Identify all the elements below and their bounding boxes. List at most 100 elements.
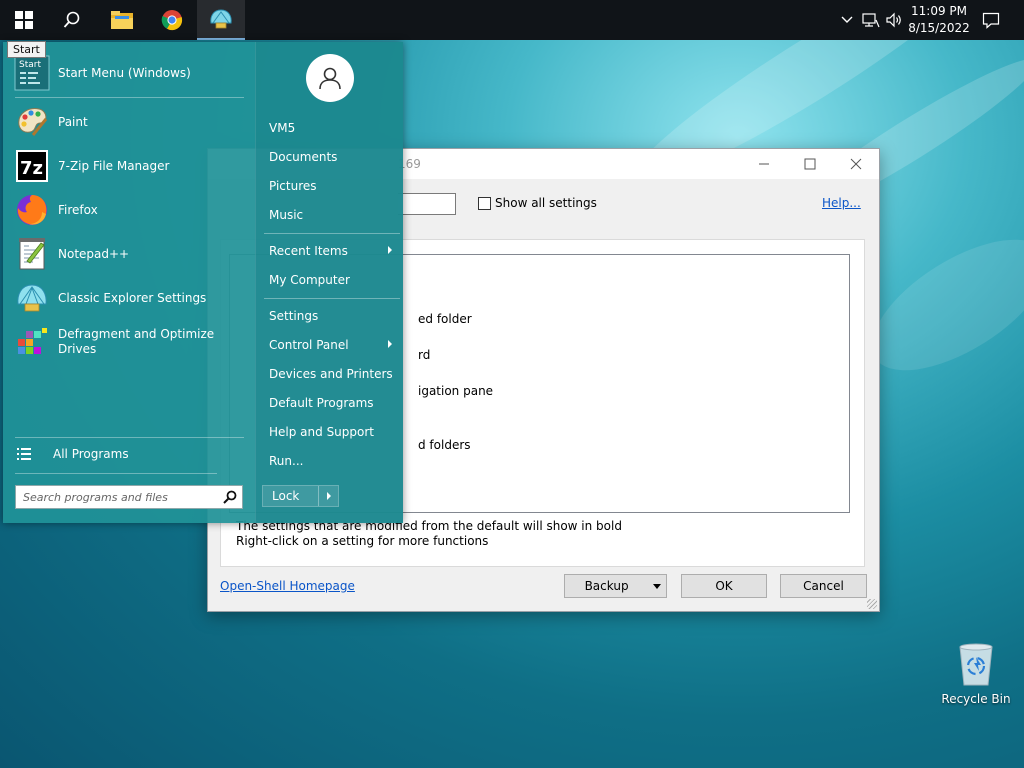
places-music[interactable]: Music bbox=[264, 203, 396, 227]
divider bbox=[15, 437, 244, 438]
pinned-notepadpp[interactable]: Notepad++ bbox=[13, 233, 248, 275]
submenu-arrow-icon bbox=[388, 340, 392, 348]
places-label: Help and Support bbox=[269, 425, 374, 439]
submenu-arrow-icon bbox=[388, 246, 392, 254]
all-programs-button[interactable]: All Programs bbox=[17, 442, 217, 466]
close-button[interactable] bbox=[833, 149, 879, 179]
pinned-label: Defragment and Optimize Drives bbox=[58, 327, 215, 356]
places-documents[interactable]: Documents bbox=[264, 145, 396, 169]
file-explorer-icon bbox=[111, 11, 133, 29]
defrag-icon bbox=[13, 323, 51, 361]
notification-icon bbox=[982, 12, 1000, 29]
7zip-icon-text: 7z bbox=[20, 158, 43, 179]
taskbar: 11:09 PM 8/15/2022 bbox=[0, 0, 1024, 40]
places-label: Run... bbox=[269, 454, 304, 468]
tray-overflow-button[interactable] bbox=[838, 0, 856, 40]
backup-dropdown-arrow[interactable] bbox=[648, 575, 666, 597]
resize-grip[interactable] bbox=[867, 599, 877, 609]
paint-icon bbox=[13, 103, 51, 141]
pinned-firefox[interactable]: Firefox bbox=[13, 189, 248, 231]
tree-item[interactable]: d folders bbox=[418, 438, 471, 452]
start-search-input[interactable] bbox=[16, 486, 223, 508]
places-label: VM5 bbox=[269, 121, 296, 135]
start-menu-places-pane: VM5 Documents Pictures Music Recent Item… bbox=[255, 42, 403, 523]
places-label: My Computer bbox=[269, 273, 350, 287]
places-label: Music bbox=[269, 208, 304, 222]
places-recent-items[interactable]: Recent Items bbox=[264, 239, 396, 263]
user-avatar[interactable] bbox=[306, 54, 354, 102]
recycle-bin-label: Recycle Bin bbox=[941, 692, 1011, 706]
lock-button[interactable]: Lock bbox=[262, 485, 339, 507]
start-menu-programs-pane: Start Start Menu (Windows) Paint 7z 7-Zi… bbox=[3, 42, 255, 523]
pinned-defragment[interactable]: Defragment and Optimize Drives bbox=[13, 321, 248, 363]
pinned-7zip[interactable]: 7z 7-Zip File Manager bbox=[13, 145, 248, 187]
recycle-bin-desktop-icon[interactable]: Recycle Bin bbox=[938, 640, 1014, 706]
minimize-button[interactable] bbox=[741, 149, 787, 179]
start-search-box[interactable] bbox=[15, 485, 243, 509]
places-default-programs[interactable]: Default Programs bbox=[264, 391, 396, 415]
taskbar-file-explorer[interactable] bbox=[98, 0, 146, 40]
clock-date: 8/15/2022 bbox=[908, 21, 970, 35]
taskbar-clock[interactable]: 11:09 PM 8/15/2022 bbox=[900, 3, 978, 37]
divider bbox=[15, 473, 217, 474]
classic-explorer-icon bbox=[13, 279, 51, 317]
list-icon bbox=[17, 448, 31, 460]
maximize-button[interactable] bbox=[787, 149, 833, 179]
taskbar-search-button[interactable] bbox=[48, 0, 96, 40]
places-my-computer[interactable]: My Computer bbox=[264, 268, 396, 292]
pinned-start-menu-windows[interactable]: Start Start Menu (Windows) bbox=[13, 52, 248, 94]
taskbar-classic-shell[interactable] bbox=[197, 0, 245, 40]
pinned-label: Classic Explorer Settings bbox=[58, 290, 207, 305]
all-programs-label: All Programs bbox=[53, 447, 129, 461]
tree-item[interactable]: ed folder bbox=[418, 312, 472, 326]
places-user-folder[interactable]: VM5 bbox=[264, 116, 396, 140]
places-label: Devices and Printers bbox=[269, 367, 393, 381]
divider bbox=[15, 97, 244, 98]
places-control-panel[interactable]: Control Panel bbox=[264, 333, 396, 357]
info-right-click-hint: Right-click on a setting for more functi… bbox=[236, 534, 489, 548]
ok-button[interactable]: OK bbox=[681, 574, 767, 598]
pinned-label: Notepad++ bbox=[58, 246, 130, 261]
places-devices-printers[interactable]: Devices and Printers bbox=[264, 362, 396, 386]
divider bbox=[264, 298, 400, 299]
action-center-button[interactable] bbox=[978, 0, 1004, 40]
places-label: Settings bbox=[269, 309, 319, 323]
backup-button-label: Backup bbox=[584, 579, 629, 593]
tray-network-button[interactable] bbox=[860, 0, 882, 40]
pinned-classic-explorer-settings[interactable]: Classic Explorer Settings bbox=[13, 277, 248, 319]
taskbar-chrome[interactable] bbox=[148, 0, 196, 40]
chrome-icon bbox=[161, 10, 183, 31]
cancel-button[interactable]: Cancel bbox=[780, 574, 867, 598]
checkbox-box[interactable] bbox=[478, 196, 491, 210]
places-run[interactable]: Run... bbox=[264, 449, 396, 473]
start-tooltip: Start bbox=[7, 41, 46, 58]
start-menu: Start Start Menu (Windows) Paint 7z 7-Zi… bbox=[3, 42, 403, 523]
places-label: Control Panel bbox=[269, 338, 349, 352]
places-label: Default Programs bbox=[269, 396, 374, 410]
backup-button[interactable]: Backup bbox=[564, 574, 667, 598]
windows-start-button[interactable] bbox=[0, 0, 48, 40]
places-label: Documents bbox=[269, 150, 338, 164]
places-label: Recent Items bbox=[269, 244, 348, 258]
notepadpp-icon bbox=[13, 235, 51, 273]
pinned-label: 7-Zip File Manager bbox=[58, 158, 170, 173]
7zip-icon: 7z bbox=[13, 147, 51, 185]
lock-label: Lock bbox=[272, 489, 300, 503]
chevron-up-icon bbox=[841, 16, 853, 23]
places-help-support[interactable]: Help and Support bbox=[264, 420, 396, 444]
open-shell-homepage-link[interactable]: Open-Shell Homepage bbox=[220, 579, 355, 593]
pinned-paint[interactable]: Paint bbox=[13, 101, 248, 143]
lock-options-arrow[interactable] bbox=[318, 486, 338, 506]
tree-item[interactable]: igation pane bbox=[418, 384, 493, 398]
start-menu-icon: Start bbox=[13, 54, 51, 92]
places-pictures[interactable]: Pictures bbox=[264, 174, 396, 198]
user-icon bbox=[319, 67, 341, 90]
search-icon[interactable] bbox=[223, 490, 237, 504]
tree-item[interactable]: rd bbox=[418, 348, 430, 362]
close-icon bbox=[850, 158, 862, 170]
pinned-label: Start Menu (Windows) bbox=[58, 65, 191, 80]
show-all-settings-checkbox[interactable]: Show all settings bbox=[478, 196, 597, 210]
places-settings[interactable]: Settings bbox=[264, 304, 396, 328]
settings-search-input[interactable] bbox=[398, 193, 456, 215]
help-link[interactable]: Help... bbox=[822, 196, 861, 210]
